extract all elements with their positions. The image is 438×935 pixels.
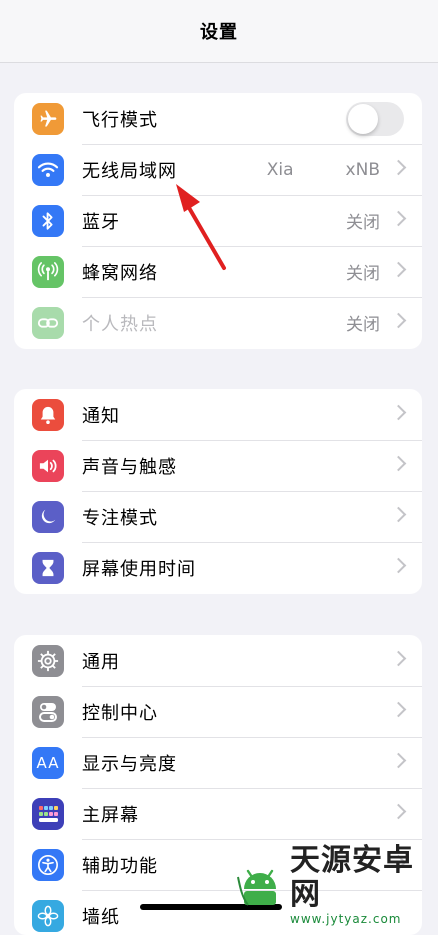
display-brightness-label: 显示与亮度 [82, 753, 177, 775]
chevron-right-icon [390, 803, 407, 820]
screen-time-label: 屏幕使用时间 [82, 558, 196, 580]
notifications-group: 通知 声音与触感 专注模式 屏幕使用时间 [14, 389, 422, 594]
chevron-right-icon [390, 650, 407, 667]
speaker-icon [32, 450, 64, 482]
navigation-bar: 设置 [0, 0, 438, 63]
row-separator [82, 839, 422, 840]
wifi-network-name: Xia xNB [267, 160, 380, 180]
hotspot-link-icon [32, 307, 64, 339]
wifi-network-name-end: xNB [345, 159, 380, 180]
settings-row-home-screen[interactable]: 主屏幕 [14, 788, 422, 839]
accessibility-label: 辅助功能 [82, 855, 158, 877]
settings-row-control-center[interactable]: 控制中心 [14, 686, 422, 737]
row-separator [82, 788, 422, 789]
app-grid-icon [32, 798, 64, 830]
chevron-right-icon [390, 701, 407, 718]
focus-label: 专注模式 [82, 507, 158, 529]
bluetooth-status: 关闭 [346, 213, 380, 233]
cellular-status: 关闭 [346, 264, 380, 284]
site-watermark: 天源安卓网 www.jytyaz.com [234, 844, 430, 926]
chevron-right-icon [390, 312, 407, 329]
chevron-right-icon [390, 159, 407, 176]
android-logo-icon [234, 859, 286, 911]
bluetooth-label: 蓝牙 [82, 211, 120, 233]
flower-icon [32, 900, 64, 932]
chevron-right-icon [390, 752, 407, 769]
bluetooth-icon [32, 205, 64, 237]
settings-row-notifications[interactable]: 通知 [14, 389, 422, 440]
notifications-label: 通知 [82, 405, 120, 427]
personal-hotspot-label: 个人热点 [82, 313, 158, 335]
settings-row-general[interactable]: 通用 [14, 635, 422, 686]
chevron-right-icon [390, 210, 407, 227]
moon-icon [32, 501, 64, 533]
settings-row-airplane-mode[interactable]: 飞行模式 [14, 93, 422, 144]
sounds-haptics-label: 声音与触感 [82, 456, 177, 478]
row-separator [82, 686, 422, 687]
wallpaper-label: 墙纸 [82, 906, 120, 928]
chevron-right-icon [390, 455, 407, 472]
row-separator [82, 144, 422, 145]
row-separator [82, 297, 422, 298]
row-separator [82, 440, 422, 441]
airplane-mode-label: 飞行模式 [82, 109, 158, 131]
row-separator [82, 491, 422, 492]
settings-row-screen-time[interactable]: 屏幕使用时间 [14, 542, 422, 593]
airplane-icon [32, 103, 64, 135]
toggles-icon [32, 696, 64, 728]
accessibility-icon [32, 849, 64, 881]
row-separator [82, 246, 422, 247]
text-size-icon: AA [32, 747, 64, 779]
antenna-icon [32, 256, 64, 288]
home-screen-label: 主屏幕 [82, 804, 139, 826]
annotation-arrow-icon [176, 184, 226, 270]
wifi-icon [32, 154, 64, 186]
chevron-right-icon [390, 261, 407, 278]
chevron-right-icon [390, 557, 407, 574]
page-title: 设置 [200, 22, 238, 43]
chevron-right-icon [390, 506, 407, 523]
row-separator [82, 195, 422, 196]
settings-row-display-brightness[interactable]: AA 显示与亮度 [14, 737, 422, 788]
watermark-url: www.jytyaz.com [290, 912, 402, 926]
wifi-network-name-start: Xia [266, 159, 294, 180]
settings-row-sounds-haptics[interactable]: 声音与触感 [14, 440, 422, 491]
settings-row-personal-hotspot[interactable]: 个人热点 关闭 [14, 297, 422, 348]
personal-hotspot-status: 关闭 [346, 315, 380, 335]
wifi-label: 无线局域网 [82, 160, 177, 182]
chevron-right-icon [390, 404, 407, 421]
gear-icon [32, 645, 64, 677]
bell-icon [32, 399, 64, 431]
settings-row-focus[interactable]: 专注模式 [14, 491, 422, 542]
general-label: 通用 [82, 651, 120, 673]
airplane-mode-toggle[interactable] [346, 102, 404, 136]
control-center-label: 控制中心 [82, 702, 158, 724]
watermark-title: 天源安卓网 [290, 843, 414, 912]
cellular-label: 蜂窝网络 [82, 262, 158, 284]
toggle-knob [348, 104, 378, 134]
row-separator [82, 737, 422, 738]
hourglass-icon [32, 552, 64, 584]
row-separator [82, 542, 422, 543]
